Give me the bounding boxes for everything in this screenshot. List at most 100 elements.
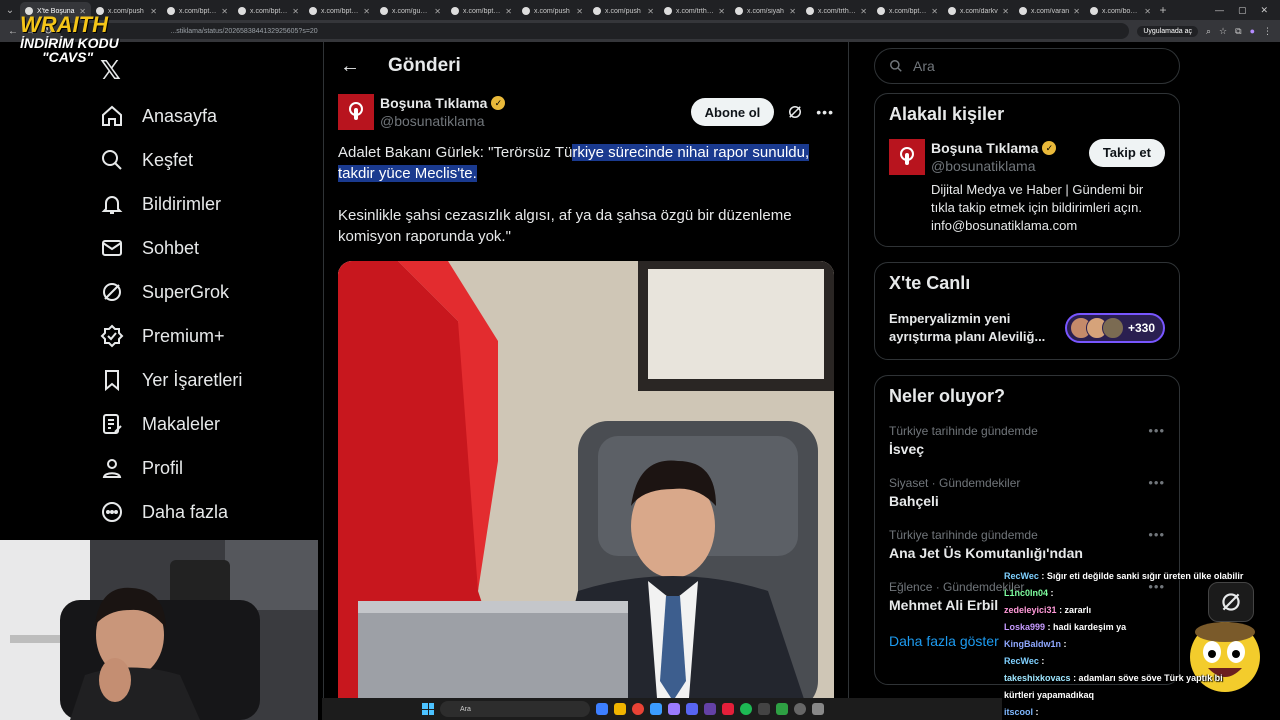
close-tab-icon[interactable]: ✕ (505, 7, 512, 16)
close-tab-icon[interactable]: ✕ (860, 7, 867, 16)
close-tab-icon[interactable]: ✕ (931, 7, 938, 16)
nav-messages[interactable]: Sohbet (96, 226, 316, 270)
post-image[interactable] (338, 261, 834, 698)
nav-explore[interactable]: Keşfet (96, 138, 316, 182)
extensions-icon[interactable]: ⧉ (1235, 26, 1241, 37)
browser-tab[interactable]: x.com/bpthal ✕ (233, 2, 304, 20)
browser-tab[interactable]: x.com/trthab ✕ (659, 2, 730, 20)
favicon-icon (664, 7, 672, 15)
close-tab-icon[interactable]: ✕ (434, 7, 441, 16)
browser-tab[interactable]: x.com/siyah ✕ (730, 2, 801, 20)
browser-tab[interactable]: x.com/bpthal ✕ (162, 2, 233, 20)
nav-bookmarks[interactable]: Yer İşaretleri (96, 358, 316, 402)
search-input[interactable]: Ara (913, 58, 935, 74)
nav-profile[interactable]: Profil (96, 446, 316, 490)
chat-username[interactable]: L1nc0ln04 (1004, 588, 1048, 598)
chat-username[interactable]: RecWec (1004, 571, 1039, 581)
close-tab-icon[interactable]: ✕ (576, 7, 583, 16)
tab-title: x.com/varan (1031, 7, 1070, 15)
chrome-app-icon[interactable] (632, 703, 644, 715)
new-tab-icon[interactable]: + (1156, 3, 1170, 17)
spotify-app-icon[interactable] (740, 703, 752, 715)
live-listeners-pill[interactable]: +330 (1065, 313, 1165, 343)
browser-tab[interactable]: x.com/bpthal ✕ (872, 2, 943, 20)
live-item[interactable]: Emperyalizmin yeni ayrıştırma planı Alev… (889, 310, 1165, 346)
close-tab-icon[interactable]: ✕ (1144, 7, 1151, 16)
profile-avatar-icon[interactable]: ● (1250, 26, 1255, 36)
app-icon[interactable] (722, 703, 734, 715)
search-box[interactable]: Ara (874, 48, 1180, 84)
back-nav-icon[interactable]: ← (8, 26, 18, 37)
nav-supergrok[interactable]: SuperGrok (96, 270, 316, 314)
nav-articles[interactable]: Makaleler (96, 402, 316, 446)
close-tab-icon[interactable]: ✕ (647, 7, 654, 16)
taskbar-search[interactable]: Ara (440, 701, 590, 717)
app-icon[interactable] (668, 703, 680, 715)
chat-username[interactable]: zedeleyici31 (1004, 605, 1057, 615)
tab-list: X'te Boşuna ✕ x.com/push ✕ x.com/bpthal ✕ x.co… (20, 0, 1156, 20)
related-avatar[interactable] (889, 139, 925, 175)
related-handle[interactable]: @bosunatiklama (931, 157, 1056, 175)
url-field[interactable]: ...stiklama/status/2026583844132925605?s… (60, 23, 1130, 39)
close-tab-icon[interactable]: ✕ (789, 7, 796, 16)
browser-tab[interactable]: x.com/trthab ✕ (801, 2, 872, 20)
edge-app-icon[interactable] (650, 703, 662, 715)
close-window-icon[interactable]: ✕ (1260, 5, 1268, 16)
bookmark-star-icon[interactable]: ☆ (1219, 26, 1227, 37)
discord-app-icon[interactable] (686, 703, 698, 715)
app-icon[interactable] (776, 703, 788, 715)
more-options-icon[interactable]: ••• (816, 104, 834, 120)
nav-notifications[interactable]: Bildirimler (96, 182, 316, 226)
grok-icon[interactable] (786, 103, 804, 121)
nav-home[interactable]: Anasayfa (96, 94, 316, 138)
minimize-icon[interactable]: — (1215, 5, 1224, 16)
trend-item[interactable]: Siyaset · Gündemdekiler Bahçeli ••• (889, 475, 1165, 511)
windows-start-icon[interactable] (422, 703, 434, 715)
browser-tab[interactable]: x.com/darkv ✕ (943, 2, 1014, 20)
maximize-icon[interactable]: ▢ (1238, 5, 1247, 16)
tab-search-icon[interactable]: ⌄ (0, 0, 20, 20)
browser-tab[interactable]: x.com/bosun ✕ (1085, 2, 1156, 20)
trend-item[interactable]: Türkiye tarihinde gündemde Ana Jet Üs Kom… (889, 527, 1165, 563)
close-tab-icon[interactable]: ✕ (363, 7, 370, 16)
close-tab-icon[interactable]: ✕ (1073, 7, 1080, 16)
author-name[interactable]: Boşuna Tıklama ✓ (380, 94, 506, 112)
author-avatar[interactable] (338, 94, 374, 130)
close-tab-icon[interactable]: ✕ (718, 7, 725, 16)
back-arrow-icon[interactable]: ← (340, 55, 360, 78)
chat-username[interactable]: Loska999 (1004, 622, 1045, 632)
app-icon[interactable] (758, 703, 770, 715)
trend-item[interactable]: Türkiye tarihinde gündemde İsveç ••• (889, 423, 1165, 459)
close-tab-icon[interactable]: ✕ (1002, 7, 1009, 16)
obs-app-icon[interactable] (794, 703, 806, 715)
close-tab-icon[interactable]: ✕ (221, 7, 228, 16)
close-tab-icon[interactable]: ✕ (292, 7, 299, 16)
subscribe-button[interactable]: Abone ol (690, 98, 775, 126)
related-name[interactable]: Boşuna Tıklama ✓ (931, 139, 1057, 157)
trend-more-icon[interactable]: ••• (1148, 475, 1165, 511)
nav-more[interactable]: Daha fazla (96, 490, 316, 534)
open-in-app-button[interactable]: Uygulamada aç (1137, 25, 1198, 37)
app-icon[interactable] (704, 703, 716, 715)
close-tab-icon[interactable]: ✕ (150, 7, 157, 16)
trend-more-icon[interactable]: ••• (1148, 527, 1165, 563)
browser-tab[interactable]: x.com/varan ✕ (1014, 2, 1085, 20)
browser-tab[interactable]: x.com/bpthal ✕ (304, 2, 375, 20)
app-icon[interactable] (812, 703, 824, 715)
chat-username[interactable]: itscool (1004, 707, 1033, 717)
explorer-app-icon[interactable] (596, 703, 608, 715)
browser-tab[interactable]: x.com/push ✕ (588, 2, 659, 20)
chat-username[interactable]: RecWec (1004, 656, 1039, 666)
zoom-icon[interactable]: ⌕ (1206, 26, 1211, 37)
browser-tab[interactable]: x.com/push ✕ (517, 2, 588, 20)
trend-more-icon[interactable]: ••• (1148, 423, 1165, 459)
browser-tab[interactable]: x.com/bpthal ✕ (446, 2, 517, 20)
browser-tab[interactable]: x.com/gunde ✕ (375, 2, 446, 20)
author-handle[interactable]: @bosunatiklama (380, 112, 505, 130)
chat-username[interactable]: takeshixkovacs (1004, 673, 1071, 683)
menu-dots-icon[interactable]: ⋮ (1263, 26, 1272, 37)
follow-button[interactable]: Takip et (1088, 139, 1165, 167)
folder-app-icon[interactable] (614, 703, 626, 715)
chat-username[interactable]: KingBaldw1n (1004, 639, 1061, 649)
nav-premium[interactable]: Premium+ (96, 314, 316, 358)
